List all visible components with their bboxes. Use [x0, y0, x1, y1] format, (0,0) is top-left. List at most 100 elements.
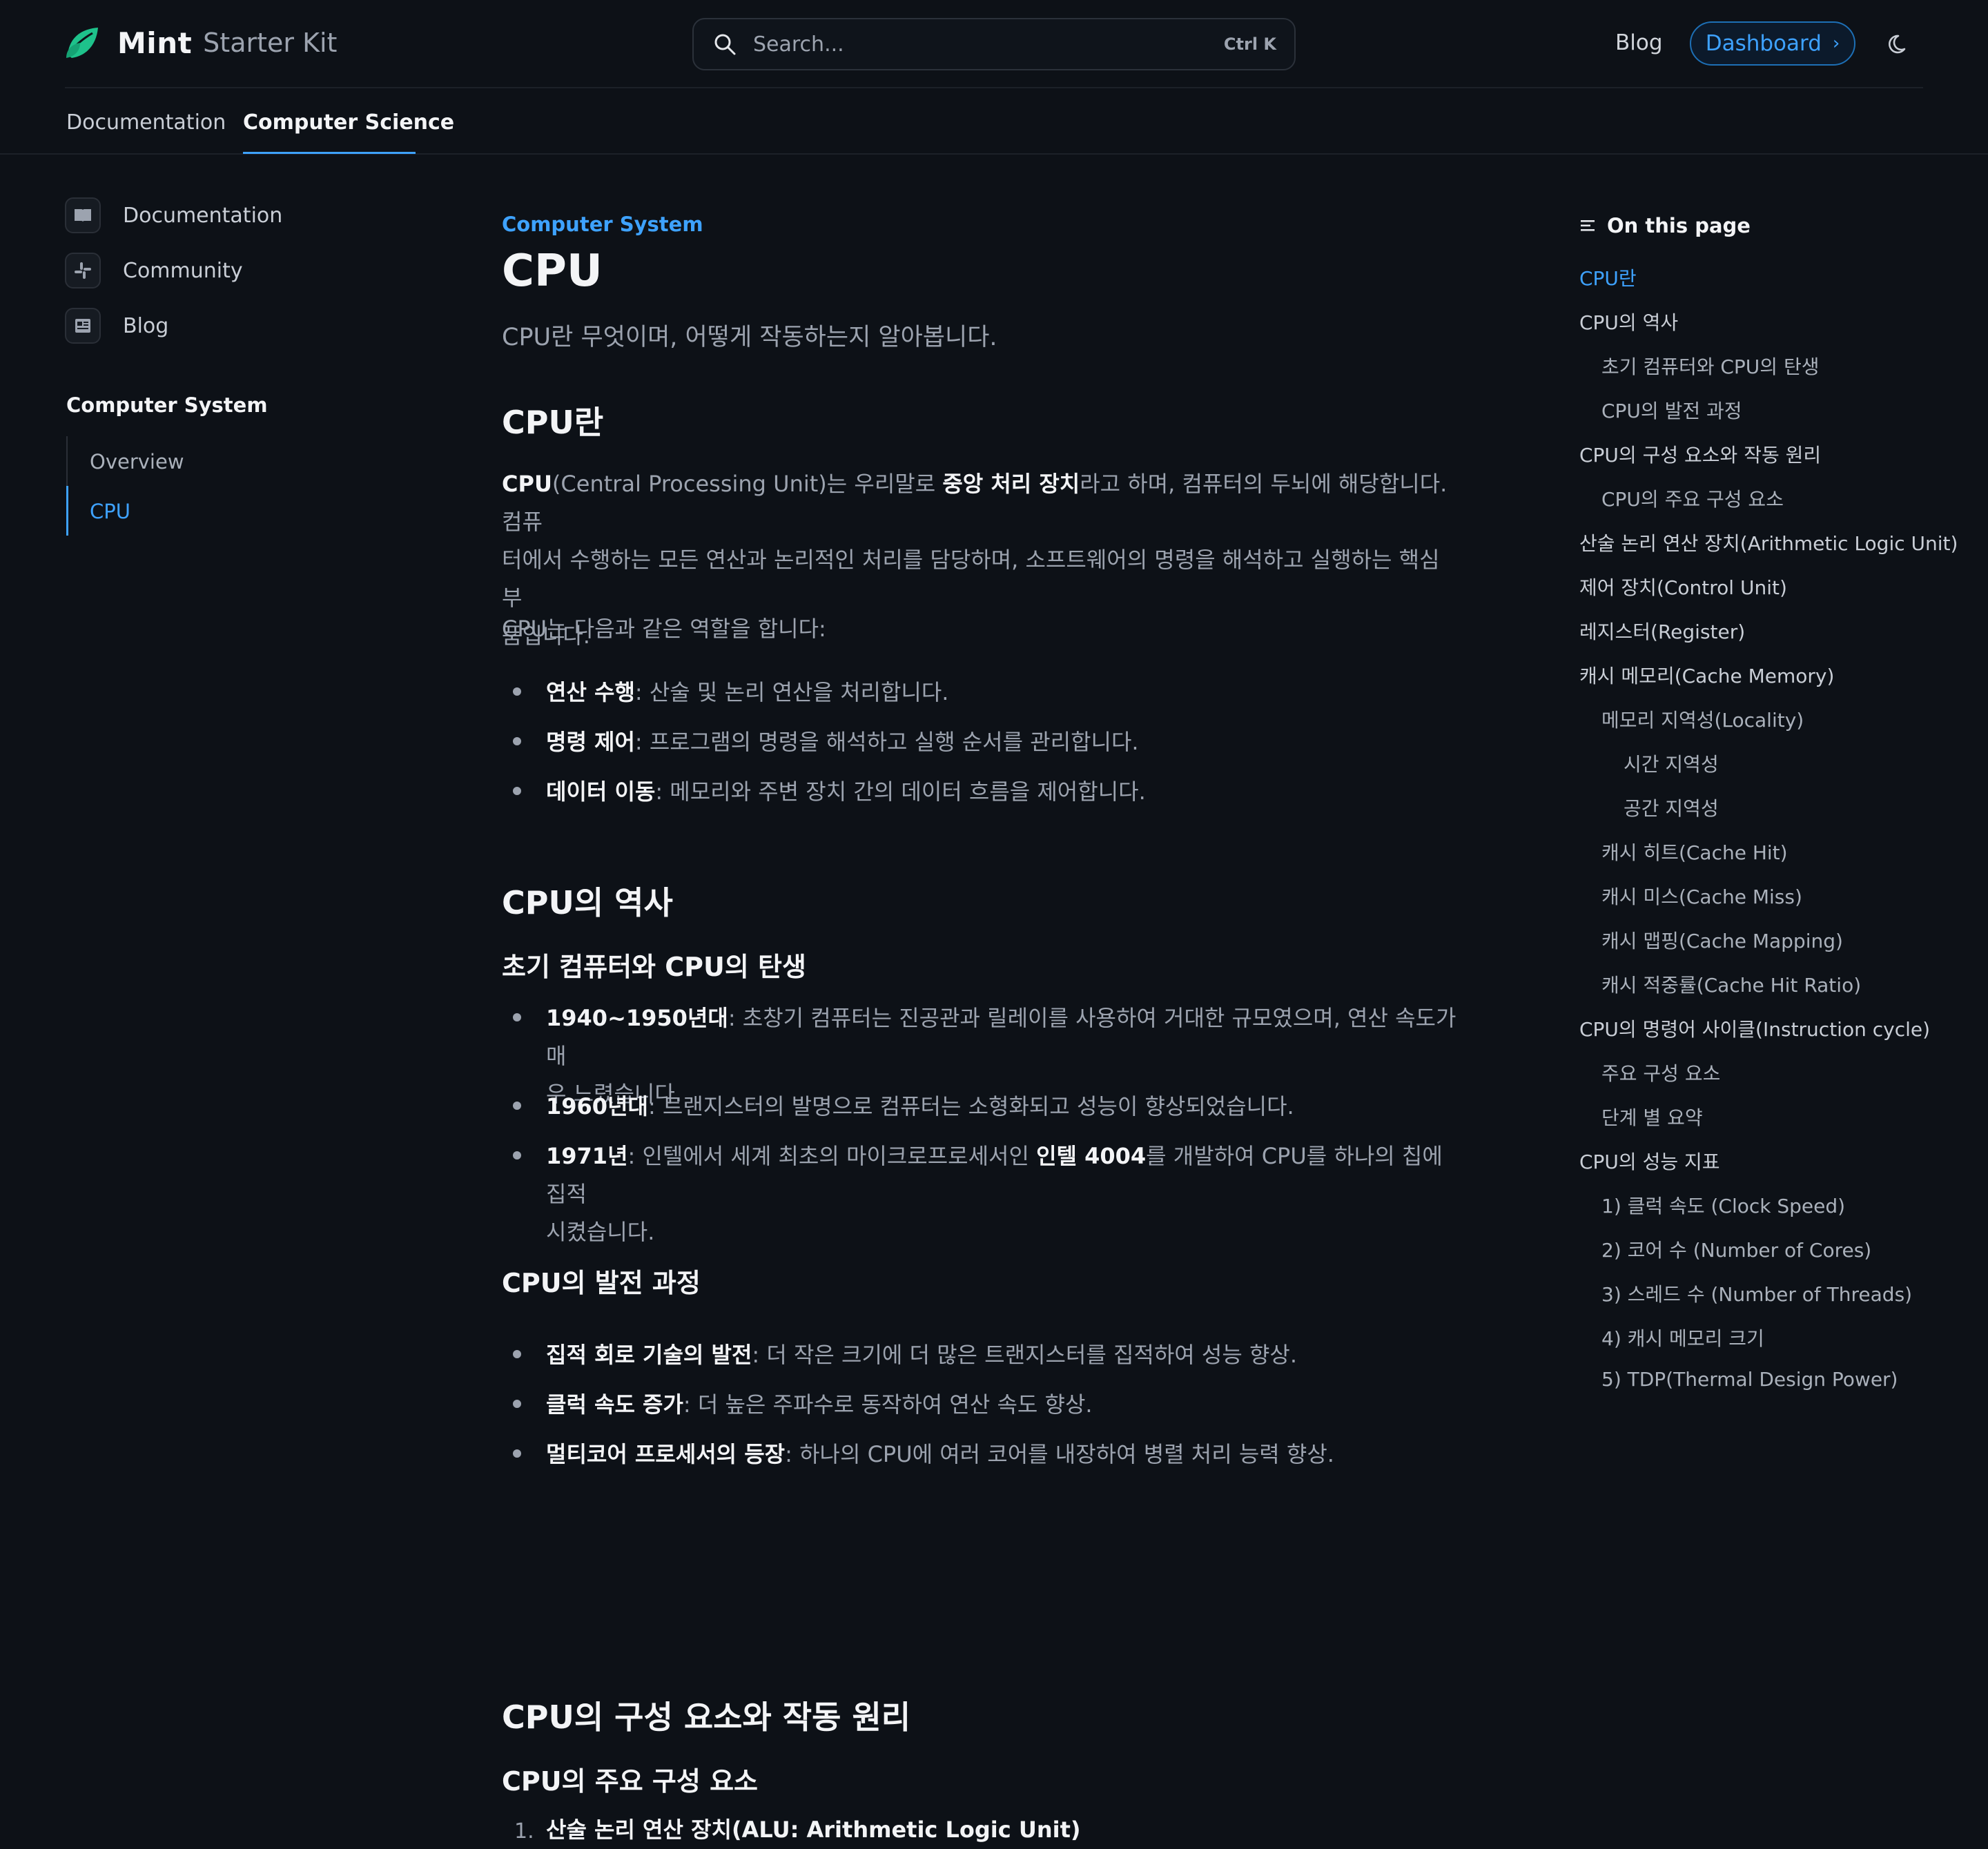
- search-icon: [714, 34, 736, 55]
- bullet: [513, 1449, 521, 1458]
- moon-icon[interactable]: [1887, 30, 1913, 57]
- dashboard-button[interactable]: Dashboard ›: [1690, 21, 1855, 66]
- active-tab-indicator: [243, 152, 416, 154]
- top-bar: Mint Starter Kit Search... Ctrl K Blog D…: [0, 0, 1988, 87]
- toc-item[interactable]: 2) 코어 수 (Number of Cores): [1601, 1235, 1871, 1263]
- list-item: 1971년: 인텔에서 세계 최초의 마이크로프로세서인 인텔 4004를 개발…: [546, 1137, 1464, 1251]
- toc-item[interactable]: 제어 장치(Control Unit): [1579, 573, 1787, 600]
- sidebar-link-label: Documentation: [123, 203, 283, 228]
- bold-term: 클럭 속도 증가: [546, 1391, 683, 1418]
- toc-item[interactable]: 캐시 맵핑(Cache Mapping): [1601, 926, 1843, 954]
- logo[interactable]: Mint Starter Kit: [65, 25, 337, 61]
- sidebar-link-blog[interactable]: Blog: [65, 308, 168, 344]
- text: : 더 높은 주파수로 동작하여 연산 속도 향상.: [683, 1391, 1093, 1418]
- logo-brand: Mint: [117, 26, 193, 60]
- section-heading: CPU의 구성 요소와 작동 원리: [502, 1699, 911, 1736]
- list-item: 데이터 이동: 메모리와 주변 장치 간의 데이터 흐름을 제어합니다.: [546, 773, 1464, 811]
- tab-bar: Documentation Computer Science: [0, 88, 1988, 155]
- subsection-heading: CPU의 주요 구성 요소: [502, 1766, 759, 1797]
- list-item: 클럭 속도 증가: 더 높은 주파수로 동작하여 연산 속도 향상.: [546, 1386, 1464, 1424]
- logo-subtitle: Starter Kit: [203, 28, 338, 58]
- sidebar-group-title: Computer System: [66, 393, 268, 417]
- toc-item[interactable]: 초기 컴퓨터와 CPU의 탄생: [1601, 352, 1819, 380]
- slack-icon: [65, 253, 101, 288]
- text: : 산술 및 논리 연산을 처리합니다.: [634, 679, 949, 705]
- toc-item[interactable]: CPU의 구성 요소와 작동 원리: [1579, 440, 1821, 468]
- tab-documentation[interactable]: Documentation: [66, 110, 226, 135]
- text: : 메모리와 주변 장치 간의 데이터 흐름을 제어합니다.: [655, 779, 1146, 805]
- bullet: [513, 1350, 521, 1358]
- toc-item[interactable]: 4) 캐시 메모리 크기: [1601, 1324, 1764, 1351]
- toc-title: On this page: [1607, 214, 1751, 237]
- toc-item[interactable]: 캐시 적중률(Cache Hit Ratio): [1601, 970, 1861, 998]
- search-placeholder: Search...: [753, 32, 844, 57]
- text: 터에서 수행하는 모든 연산과 논리적인 처리를 담당하며, 소프트웨어의 명령…: [502, 547, 1440, 611]
- text: (Central Processing Unit)는 우리말로: [552, 471, 943, 497]
- toc-item[interactable]: CPU의 발전 과정: [1601, 396, 1742, 424]
- sidebar-link-label: Blog: [123, 313, 169, 338]
- text: 시켰습니다.: [546, 1219, 655, 1245]
- tab-computer-science[interactable]: Computer Science: [243, 110, 454, 135]
- list-item: 연산 수행: 산술 및 논리 연산을 처리합니다.: [546, 674, 1464, 712]
- bold-term: 멀티코어 프로세서의 등장: [546, 1441, 786, 1467]
- toc-item[interactable]: 산술 논리 연산 장치(Arithmetic Logic Unit): [1579, 529, 1958, 556]
- list-item: 1960년대: 트랜지스터의 발명으로 컴퓨터는 소형화되고 성능이 향상되었습…: [546, 1088, 1464, 1126]
- bullet: [513, 787, 521, 795]
- subsection-heading: 초기 컴퓨터와 CPU의 탄생: [502, 952, 806, 982]
- text: : 트랜지스터의 발명으로 컴퓨터는 소형화되고 성능이 향상되었습니다.: [647, 1093, 1294, 1119]
- sidebar-link-community[interactable]: Community: [65, 253, 243, 288]
- bold-term: 데이터 이동: [546, 779, 656, 805]
- list-icon: [1581, 220, 1595, 231]
- bold-term: 연산 수행: [546, 679, 635, 705]
- toc-item[interactable]: 레지스터(Register): [1579, 617, 1745, 645]
- bullet: [513, 1013, 521, 1021]
- subsection-heading: CPU의 발전 과정: [502, 1268, 701, 1298]
- list-item: 산술 논리 연산 장치(ALU: Arithmetic Logic Unit): [546, 1811, 1464, 1849]
- toc-item[interactable]: 시간 지역성: [1624, 750, 1719, 777]
- toc-item[interactable]: CPU의 역사: [1579, 308, 1678, 335]
- toc-item[interactable]: 캐시 미스(Cache Miss): [1601, 882, 1802, 910]
- paragraph: CPU는 다음과 같은 역할을 합니다:: [502, 616, 826, 642]
- page-description: CPU란 무엇이며, 어떻게 작동하는지 알아봅니다.: [502, 324, 997, 351]
- list-item: 집적 회로 기술의 발전: 더 작은 크기에 더 많은 트랜지스터를 집적하여 …: [546, 1336, 1464, 1374]
- search-shortcut: Ctrl K: [1223, 35, 1276, 54]
- list-item: 명령 제어: 프로그램의 명령을 해석하고 실행 순서를 관리합니다.: [546, 723, 1464, 761]
- bold-term: 산술 논리 연산 장치(ALU: Arithmetic Logic Unit): [546, 1817, 1081, 1843]
- breadcrumb[interactable]: Computer System: [502, 213, 703, 236]
- dashboard-label: Dashboard: [1705, 31, 1822, 56]
- sidebar-item-overview[interactable]: Overview: [90, 450, 184, 473]
- toc-item[interactable]: 단계 별 요약: [1601, 1103, 1703, 1131]
- toc-item[interactable]: 캐시 메모리(Cache Memory): [1579, 661, 1834, 689]
- toc-item[interactable]: 주요 구성 요소: [1601, 1059, 1720, 1086]
- toc-item[interactable]: CPU의 성능 지표: [1579, 1147, 1720, 1175]
- toc-item[interactable]: 공간 지역성: [1624, 794, 1719, 821]
- sidebar-link-documentation[interactable]: Documentation: [65, 197, 282, 233]
- toc-item[interactable]: 캐시 히트(Cache Hit): [1601, 838, 1788, 865]
- text: : 인텔에서 세계 최초의 마이크로프로세서인: [627, 1143, 1037, 1169]
- bullet: [513, 737, 521, 745]
- sidebar-item-cpu[interactable]: CPU: [90, 500, 130, 523]
- text: : 프로그램의 명령을 해석하고 실행 순서를 관리합니다.: [634, 729, 1139, 755]
- blog-link[interactable]: Blog: [1615, 30, 1663, 55]
- toc-item[interactable]: 5) TDP(Thermal Design Power): [1601, 1368, 1898, 1391]
- toc-item[interactable]: CPU란: [1579, 264, 1637, 291]
- bold-term: CPU: [502, 471, 552, 497]
- search-bar[interactable]: Search... Ctrl K: [692, 18, 1296, 70]
- bold-term: 명령 제어: [546, 729, 635, 755]
- bullet: [513, 1151, 521, 1160]
- sidebar-link-label: Community: [123, 258, 243, 283]
- bold-term: 1971년: [546, 1143, 628, 1169]
- toc-item[interactable]: CPU의 명령어 사이클(Instruction cycle): [1579, 1015, 1930, 1042]
- section-heading: CPU란: [502, 404, 604, 441]
- mint-leaf-icon: [66, 28, 98, 58]
- toc-item[interactable]: 메모리 지역성(Locality): [1601, 705, 1804, 733]
- toc-item[interactable]: CPU의 주요 구성 요소: [1601, 485, 1784, 512]
- toc-item[interactable]: 3) 스레드 수 (Number of Threads): [1601, 1280, 1912, 1307]
- toc-header: On this page: [1579, 214, 1751, 237]
- toc-item[interactable]: 1) 클럭 속도 (Clock Speed): [1601, 1191, 1845, 1219]
- text: : 더 작은 크기에 더 많은 트랜지스터를 집적하여 성능 향상.: [752, 1342, 1298, 1368]
- bullet: [513, 1400, 521, 1408]
- sidebar-active-indicator: [66, 486, 68, 536]
- bold-term: 집적 회로 기술의 발전: [546, 1342, 752, 1368]
- text: : 하나의 CPU에 여러 코어를 내장하여 병렬 처리 능력 향상.: [785, 1441, 1334, 1467]
